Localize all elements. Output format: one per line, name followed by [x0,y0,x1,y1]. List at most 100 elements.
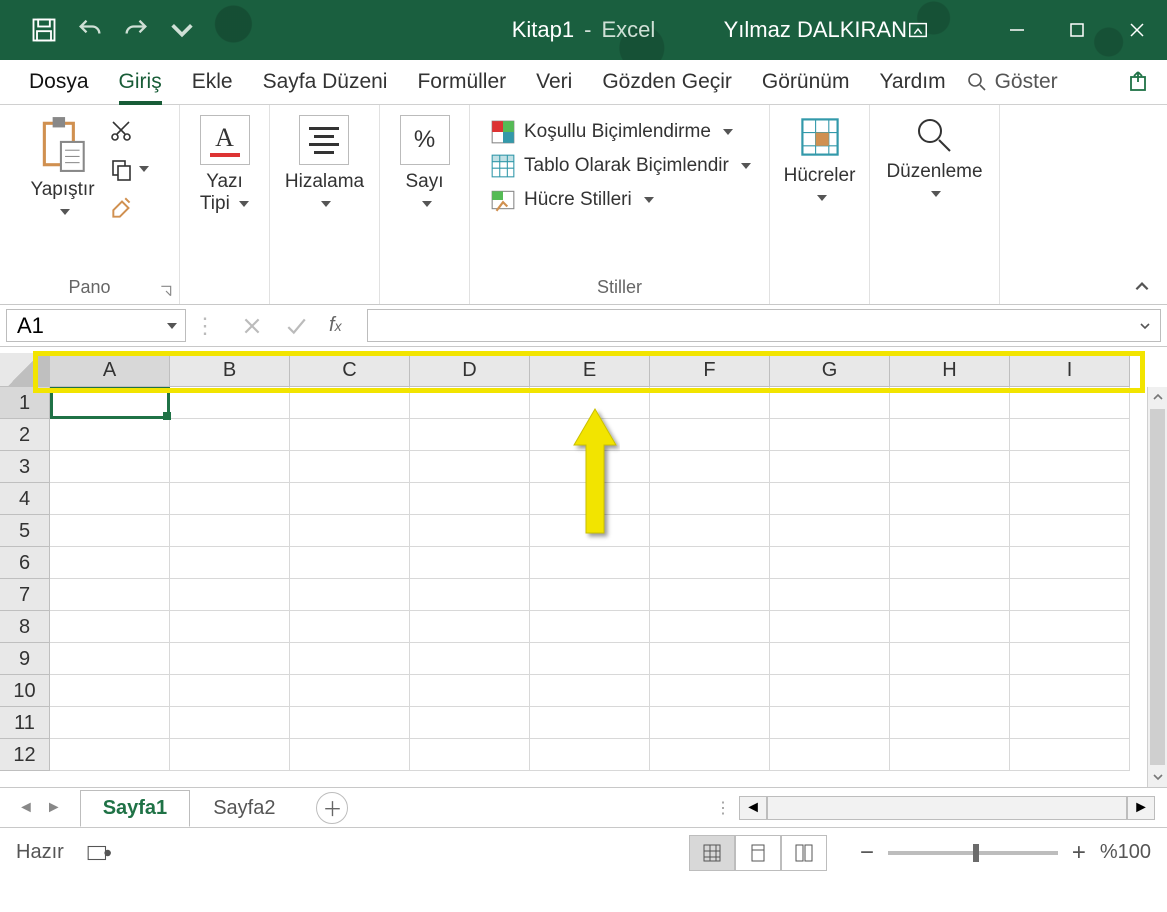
cell[interactable] [890,579,1010,611]
cell[interactable] [290,739,410,771]
cell[interactable] [530,419,650,451]
view-page-break-icon[interactable] [781,835,827,871]
column-header[interactable]: F [650,353,770,387]
sheet-hscroll-grip[interactable]: ⋮ [715,798,729,818]
cell[interactable] [290,643,410,675]
cell[interactable] [1010,611,1130,643]
cell[interactable] [290,547,410,579]
cell[interactable] [170,451,290,483]
cell[interactable] [290,419,410,451]
cell[interactable] [290,675,410,707]
tab-insert[interactable]: Ekle [177,60,248,105]
cell[interactable] [290,707,410,739]
row-header[interactable]: 2 [0,419,50,451]
cell[interactable] [1010,483,1130,515]
cell[interactable] [1010,515,1130,547]
row-header[interactable]: 5 [0,515,50,547]
cell[interactable] [170,483,290,515]
cell[interactable] [170,707,290,739]
cell[interactable] [530,611,650,643]
cell[interactable] [530,483,650,515]
sheet-nav-prev-icon[interactable]: ◄ [18,799,34,817]
cell[interactable] [770,739,890,771]
cell[interactable] [650,707,770,739]
cell[interactable] [530,387,650,419]
cell[interactable] [170,643,290,675]
cell[interactable] [50,451,170,483]
cell[interactable] [170,419,290,451]
cell[interactable] [170,547,290,579]
cell[interactable] [530,707,650,739]
cell[interactable] [530,547,650,579]
cells-button[interactable]: Hücreler [784,115,856,209]
cell[interactable] [770,675,890,707]
view-normal-icon[interactable] [689,835,735,871]
collapse-ribbon-icon[interactable] [1133,278,1151,296]
cell[interactable] [650,579,770,611]
cell[interactable] [290,451,410,483]
macro-record-icon[interactable] [86,842,112,864]
cell[interactable] [170,739,290,771]
tab-data[interactable]: Veri [521,60,587,105]
cell[interactable] [890,387,1010,419]
format-painter-icon[interactable] [109,195,149,221]
tab-file[interactable]: Dosya [14,60,104,105]
cell[interactable] [530,515,650,547]
cell[interactable] [1010,547,1130,579]
cell[interactable] [770,707,890,739]
alignment-button[interactable]: Hizalama [285,115,364,215]
cell[interactable] [890,451,1010,483]
add-sheet-button[interactable]: ＋ [316,792,348,824]
cell[interactable] [770,579,890,611]
number-format-button[interactable]: % Sayı [400,115,450,215]
copy-icon[interactable] [109,157,149,181]
qat-customize-icon[interactable] [168,16,196,44]
cell[interactable] [410,451,530,483]
row-header[interactable]: 7 [0,579,50,611]
cell[interactable] [1010,707,1130,739]
cell[interactable] [1010,739,1130,771]
cell[interactable] [410,707,530,739]
row-header[interactable]: 10 [0,675,50,707]
zoom-slider[interactable] [888,851,1058,855]
cell[interactable] [290,387,410,419]
redo-icon[interactable] [122,16,150,44]
cell[interactable] [50,483,170,515]
cell[interactable] [770,547,890,579]
row-header[interactable]: 12 [0,739,50,771]
row-header[interactable]: 3 [0,451,50,483]
name-box-caret-icon[interactable] [167,323,177,329]
cell[interactable] [50,707,170,739]
cell[interactable] [1010,387,1130,419]
column-header[interactable]: B [170,353,290,387]
cut-icon[interactable] [109,119,149,143]
save-icon[interactable] [30,16,58,44]
column-header[interactable]: H [890,353,1010,387]
cell[interactable] [50,643,170,675]
cell[interactable] [410,675,530,707]
cell[interactable] [890,515,1010,547]
cell-styles-button[interactable]: Hücre Stilleri [490,187,654,213]
cell[interactable] [170,579,290,611]
cell[interactable] [410,419,530,451]
row-header[interactable]: 8 [0,611,50,643]
cell[interactable] [50,547,170,579]
zoom-out-button[interactable]: − [860,839,874,867]
sheet-nav-next-icon[interactable]: ► [46,799,62,817]
cell[interactable] [890,707,1010,739]
column-header[interactable]: C [290,353,410,387]
cell[interactable] [890,643,1010,675]
cell[interactable] [1010,675,1130,707]
insert-function-icon[interactable]: fx [329,314,342,337]
paste-button[interactable]: Yapıştır [30,115,94,223]
cell[interactable] [770,611,890,643]
tab-page-layout[interactable]: Sayfa Düzeni [248,60,403,105]
cell[interactable] [530,451,650,483]
cell[interactable] [50,611,170,643]
formula-input[interactable] [367,309,1161,342]
expand-formula-bar-icon[interactable] [1138,319,1152,333]
tell-me-button[interactable]: Göster [967,70,1058,94]
cell[interactable] [650,547,770,579]
cell[interactable] [890,739,1010,771]
vertical-scrollbar[interactable] [1147,387,1167,787]
